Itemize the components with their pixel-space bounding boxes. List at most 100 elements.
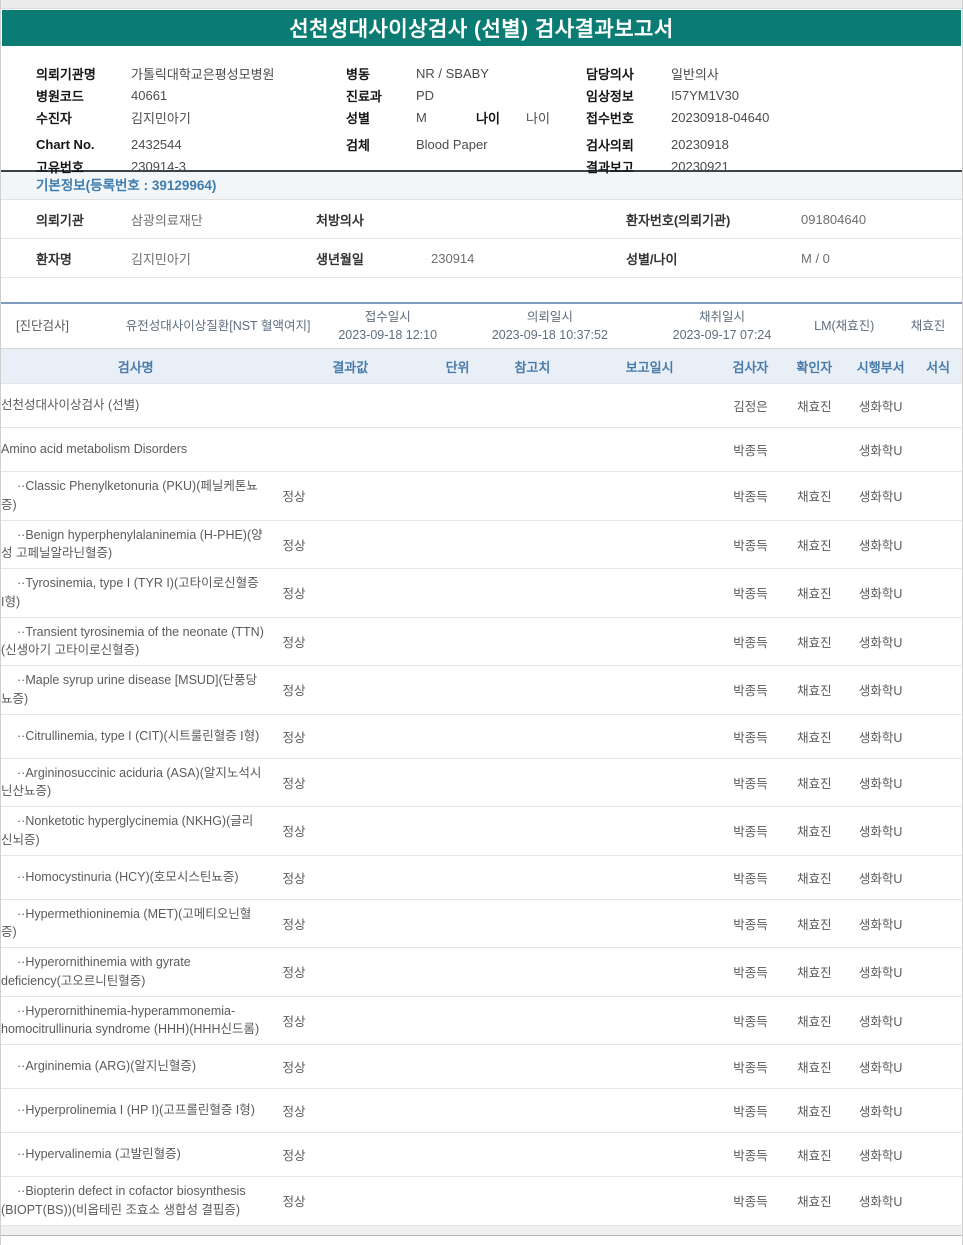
- field-value: 20230918-04640: [671, 109, 770, 125]
- table-row: Amino acid metabolism Disorders 박종득 생화학U: [1, 428, 962, 472]
- test-name-cell: ··Classic Phenylketonuria (PKU)(페닐케톤뇨증): [1, 479, 258, 512]
- department-cell: 생화학U: [858, 966, 903, 981]
- table-row: ··Transient tyrosinemia of the neonate (…: [1, 618, 962, 666]
- field-label: 성별/나이: [626, 251, 678, 267]
- confirmer-cell: 채효진: [797, 871, 832, 886]
- result-value-cell: 정상: [282, 490, 306, 505]
- table-row: ··Tyrosinemia, type I (TYR I)(고타이로신혈증 I형…: [1, 569, 962, 618]
- confirmer-cell: 채효진: [797, 730, 832, 745]
- header-column-right: 담당의사 일반의사 임상정보 I57YM1V30 접수번호 20230918-04640 검…: [586, 62, 956, 177]
- basic-info-row: 의뢰기관 삼광의료재단 처방의사 환자번호(의뢰기관) 091804640: [1, 200, 962, 239]
- field-label: 접수번호: [586, 110, 634, 126]
- department-cell: 생화학U: [858, 825, 903, 840]
- field-value: 230914: [431, 250, 475, 266]
- patient-header-section: 의뢰기관명 가톨릭대학교은평성모병원 병원코드 40661 수진자 김지민아기 Chart …: [1, 46, 962, 175]
- field-value: 김지민아기: [131, 251, 191, 267]
- field-label: 고유번호: [36, 159, 84, 175]
- test-name-cell: ··Hypermethioninemia (MET)(고메티오닌혈증): [1, 906, 252, 940]
- basic-info-row: 환자명 김지민아기 생년월일 230914 성별/나이 M / 0: [1, 239, 962, 278]
- department-cell: 생화학U: [858, 400, 903, 414]
- collector-name: LM(채효진): [814, 318, 875, 333]
- receive-datetime-cell: 접수일시 2023-09-18 12:10: [325, 308, 450, 344]
- tester-cell: 박종득: [733, 635, 768, 650]
- confirmer-cell: 채효진: [797, 684, 832, 699]
- confirmer-cell: 채효진: [797, 538, 832, 553]
- department-cell: 생화학U: [858, 1195, 903, 1210]
- result-value-cell: 정상: [282, 966, 306, 981]
- department-cell: 생화학U: [858, 444, 903, 458]
- header-field: 임상정보 I57YM1V30: [586, 84, 956, 106]
- field-label: 병원코드: [36, 88, 84, 104]
- header-field: 병원코드 40661: [36, 84, 336, 106]
- field-value: 20230918: [671, 136, 729, 152]
- field-value: 091804640: [801, 211, 867, 227]
- tester-cell: 박종득: [733, 490, 768, 505]
- test-name-cell: 선천성대사이상검사 (선별): [1, 398, 140, 413]
- result-value-cell: 정상: [282, 1195, 306, 1210]
- department-cell: 생화학U: [858, 635, 903, 650]
- table-row: ··Classic Phenylketonuria (PKU)(페닐케톤뇨증) 정…: [1, 472, 962, 521]
- result-value-cell: 정상: [282, 587, 306, 602]
- department-cell: 생화학U: [858, 538, 903, 553]
- confirmer-cell: 채효진: [797, 917, 832, 932]
- table-row: ··Citrullinemia, type I (CIT)(시트룰린혈증 I형)…: [1, 715, 962, 759]
- confirmer-cell: 채효진: [797, 490, 832, 505]
- diagnostic-test-band: [진단검사] 유전성대사이상질환[NST 혈액여지] 접수일시 2023-09-…: [1, 302, 962, 348]
- tester-cell: 박종득: [733, 684, 768, 699]
- confirmer-cell: 채효진: [797, 400, 832, 414]
- col-header-department: 시행부서: [856, 359, 905, 375]
- field-label: 성별: [346, 110, 370, 126]
- table-row: ··Argininosuccinic aciduria (ASA)(알지노석시닌…: [1, 759, 962, 807]
- table-row: ··Hypervalinemia (고발린혈증) 정상 박종득 채효진 생화학U: [1, 1133, 962, 1177]
- table-row: ··Hyperornithinemia-hyperammonemia-homoc…: [1, 997, 962, 1045]
- tester-cell: 박종득: [733, 1014, 768, 1029]
- tester-cell: 박종득: [733, 444, 768, 458]
- result-value-cell: 정상: [282, 1014, 306, 1029]
- col-header-result: 결과값: [332, 359, 369, 375]
- field-label: 의뢰기관: [36, 212, 84, 228]
- department-cell: 생화학U: [858, 1014, 903, 1029]
- test-name-cell: ··Homocystinuria (HCY)(호모시스틴뇨증): [17, 869, 239, 884]
- table-end-strip: [1, 1225, 962, 1236]
- tester-cell: 박종득: [733, 587, 768, 602]
- result-value-cell: 정상: [282, 635, 306, 650]
- field-value: 삼광의료재단: [131, 212, 203, 228]
- result-value-cell: 정상: [282, 871, 306, 886]
- specimen-name: 유전성대사이상질환[NST 혈액여지]: [125, 318, 311, 333]
- department-cell: 생화학U: [858, 1105, 903, 1119]
- result-value-cell: 정상: [282, 917, 306, 932]
- confirmer-cell: 채효진: [797, 1014, 832, 1029]
- table-row: ··Nonketotic hyperglycinemia (NKHG)(글리신뇌…: [1, 807, 962, 856]
- field-value-2: 나이: [526, 110, 550, 126]
- receive-value: 2023-09-18 12:10: [338, 328, 438, 342]
- confirmer-cell: 채효진: [797, 1105, 832, 1119]
- header-field: 의뢰기관명 가톨릭대학교은평성모병원: [36, 62, 336, 84]
- test-name-cell: Amino acid metabolism Disorders: [1, 442, 188, 457]
- collector-name-2: 채효진: [910, 318, 946, 333]
- collect-datetime-cell: 채취일시 2023-09-17 07:24: [650, 308, 795, 344]
- header-field: 검사의뢰 20230918: [586, 133, 956, 155]
- test-name-cell: ··Tyrosinemia, type I (TYR I)(고타이로신혈증 I형…: [1, 576, 259, 609]
- field-label: 환자명: [36, 251, 72, 267]
- result-value-cell: 정상: [282, 1061, 306, 1075]
- field-value: 김지민아기: [131, 110, 191, 126]
- field-value: 일반의사: [671, 66, 719, 82]
- test-name-cell: ··Transient tyrosinemia of the neonate (…: [1, 624, 264, 658]
- lab-report-page: 선천성대사이상검사 (선별) 검사결과보고서 의뢰기관명 가톨릭대학교은평성모병원…: [0, 0, 963, 1245]
- tester-cell: 박종득: [733, 1149, 768, 1163]
- test-name-cell: ··Argininosuccinic aciduria (ASA)(알지노석시닌…: [1, 765, 262, 799]
- tester-cell: 박종득: [733, 966, 768, 981]
- header-field: 성별 M 나이 나이: [346, 106, 581, 128]
- table-row: ··Hyperornithinemia with gyrate deficien…: [1, 948, 962, 997]
- header-column-middle: 병동 NR / SBABY 진료과 PD 성별 M 나이 나이 검체 Blood Paper: [346, 62, 581, 155]
- department-cell: 생화학U: [858, 684, 903, 699]
- result-value-cell: 정상: [282, 730, 306, 745]
- result-value-cell: 정상: [282, 1149, 306, 1163]
- field-value: NR / SBABY: [416, 65, 489, 81]
- header-field: 고유번호 230914-3: [36, 155, 336, 177]
- tester-cell: 박종득: [733, 538, 768, 553]
- field-value: M: [416, 109, 427, 125]
- field-value: 230914-3: [131, 158, 186, 174]
- request-datetime-cell: 의뢰일시 2023-09-18 10:37:52: [450, 308, 650, 344]
- field-value: 20230921: [671, 158, 729, 174]
